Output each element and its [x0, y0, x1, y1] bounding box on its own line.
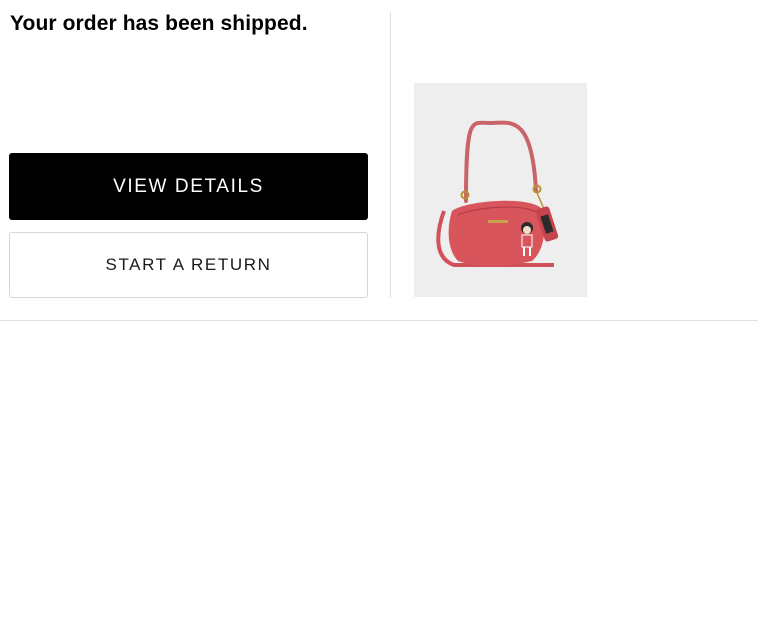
shipped-headline: Your order has been shipped.: [10, 12, 308, 35]
view-details-button[interactable]: VIEW DETAILS: [9, 153, 368, 220]
horizontal-divider: [0, 320, 758, 321]
start-a-return-button[interactable]: START A RETURN: [9, 232, 368, 298]
product-image[interactable]: [414, 83, 587, 297]
shoulder-bag-illustration: [436, 120, 559, 267]
vertical-divider: [390, 12, 391, 298]
